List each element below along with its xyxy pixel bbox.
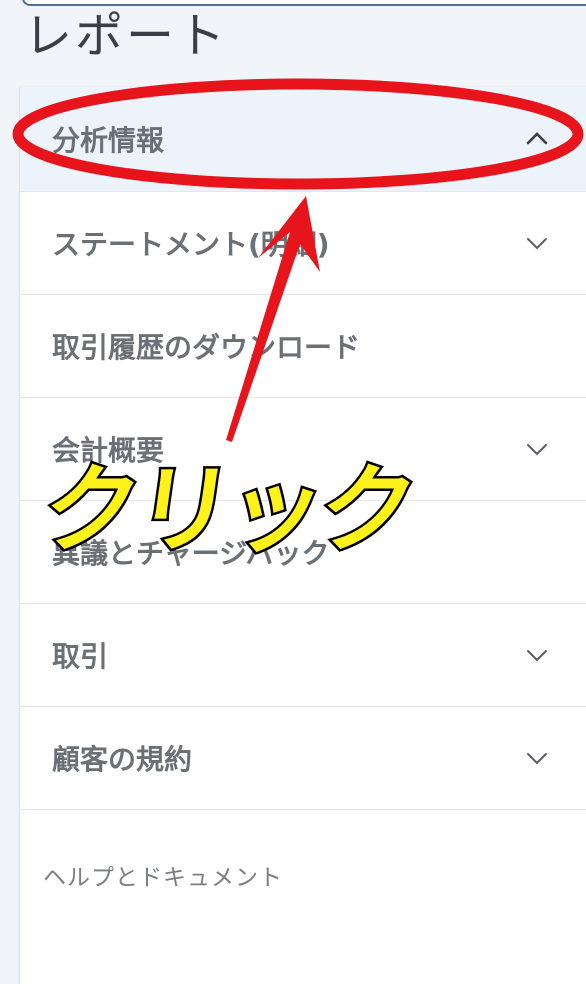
- chevron-down-icon: [527, 753, 547, 765]
- help-docs-link[interactable]: ヘルプとドキュメント: [43, 858, 283, 892]
- menu-item-label: 顧客の規約: [52, 743, 193, 776]
- chevron-down-icon: [527, 444, 547, 456]
- menu-item-label: 取引: [52, 640, 109, 673]
- search-field-edge[interactable]: [22, 0, 586, 6]
- page-title: レポート: [24, 8, 229, 64]
- menu-item-label: 分析情報: [52, 124, 165, 157]
- menu-item-insights[interactable]: 分析情報: [20, 87, 586, 192]
- menu-item-label: ステートメント(明細): [52, 228, 330, 261]
- menu-item-label: 取引履歴のダウンロード: [52, 331, 361, 364]
- chevron-down-icon: [527, 650, 547, 662]
- menu-item-transaction-download[interactable]: 取引履歴のダウンロード: [20, 295, 586, 398]
- menu-item-transactions[interactable]: 取引: [20, 604, 586, 707]
- click-callout: クリック: [34, 452, 423, 569]
- menu-item-customer-terms[interactable]: 顧客の規約: [20, 707, 586, 810]
- chevron-up-icon: [526, 132, 548, 145]
- chevron-down-icon: [527, 238, 547, 250]
- page: レポート 分析情報 ステートメント(明細) 取引履歴のダウンロード 会計概要 異…: [0, 0, 586, 984]
- menu-item-statements[interactable]: ステートメント(明細): [20, 192, 586, 295]
